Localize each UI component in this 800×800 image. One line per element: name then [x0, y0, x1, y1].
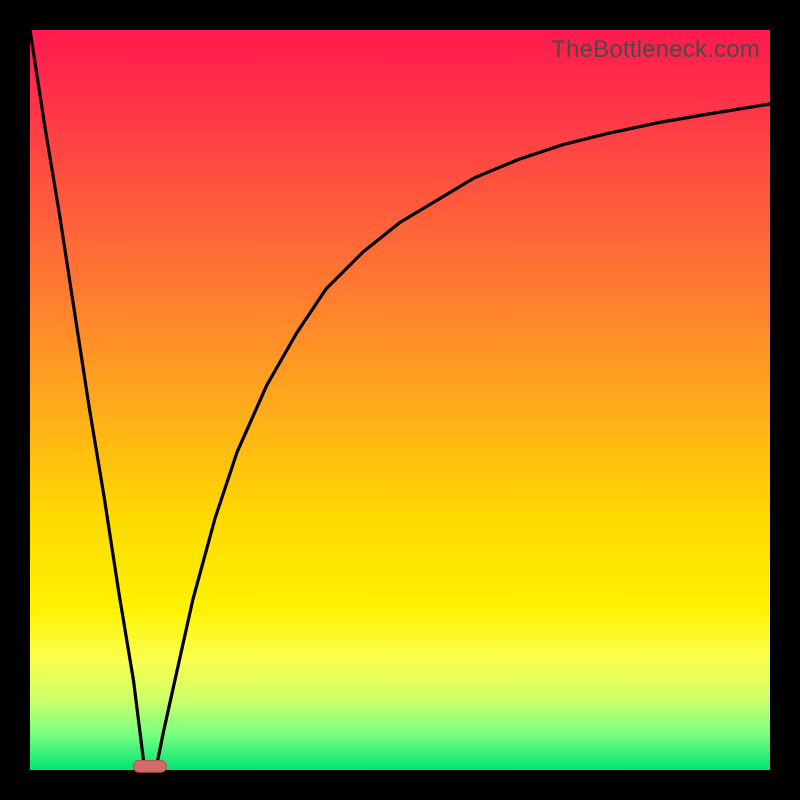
minimum-marker [133, 760, 166, 772]
plot-area: TheBottleneck.com [30, 30, 770, 770]
curve-svg [30, 30, 770, 770]
curve-right [156, 104, 770, 770]
curve-left [30, 30, 145, 770]
chart-frame: TheBottleneck.com [0, 0, 800, 800]
